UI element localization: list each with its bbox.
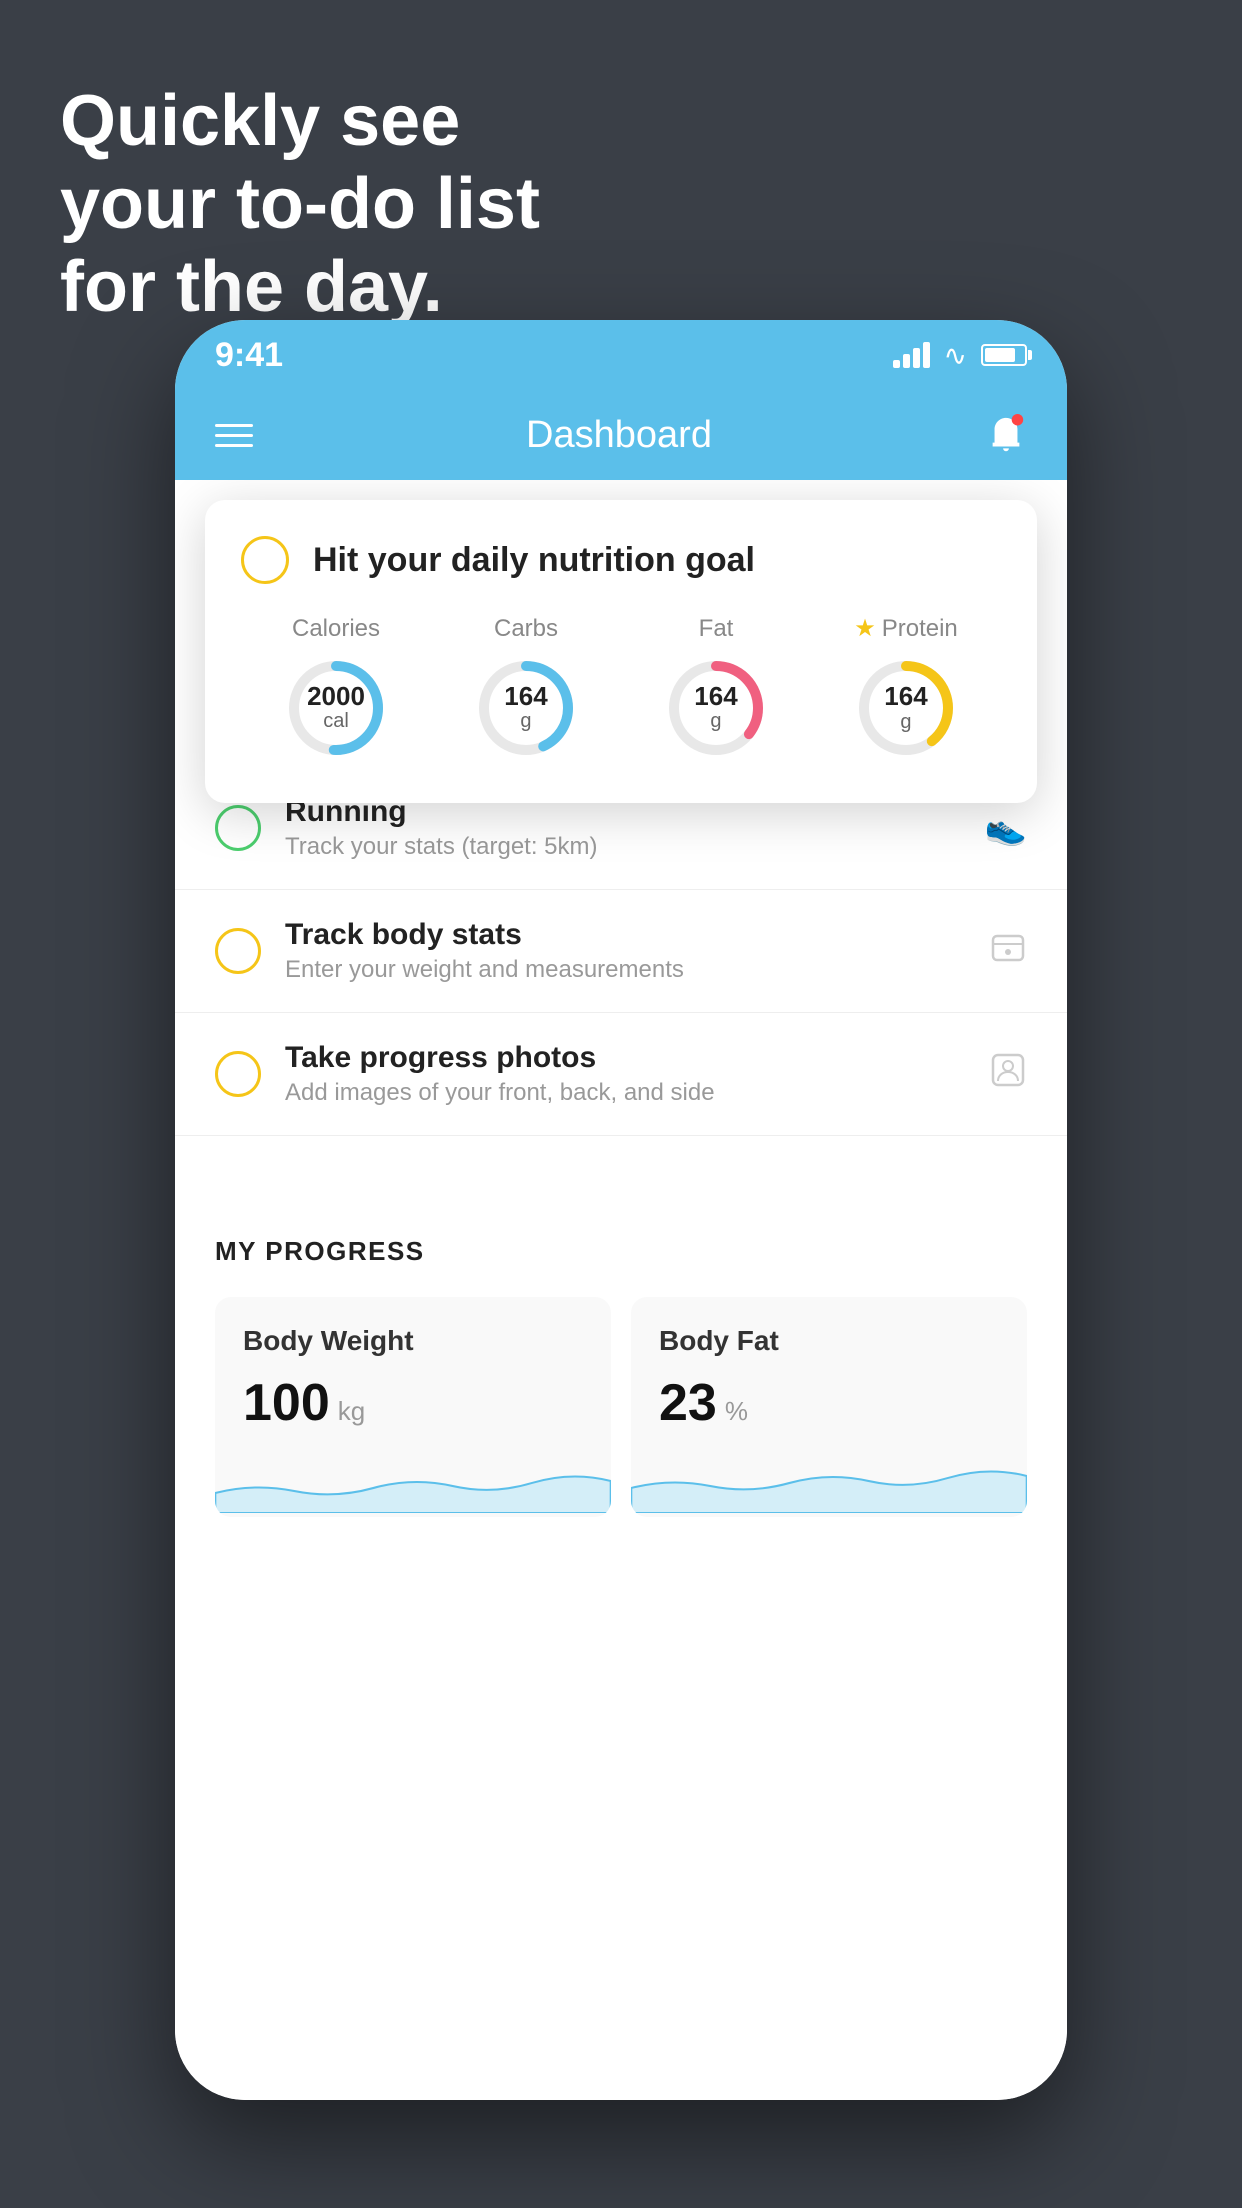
scale-icon bbox=[989, 928, 1027, 975]
shoe-icon: 👟 bbox=[985, 808, 1027, 848]
progress-section-label: MY PROGRESS bbox=[215, 1236, 1027, 1267]
card-title: Hit your daily nutrition goal bbox=[313, 541, 755, 580]
progress-photos-text: Take progress photos Add images of your … bbox=[285, 1041, 965, 1107]
nutrition-label-protein: ★ Protein bbox=[854, 614, 958, 643]
progress-photos-checkbox[interactable] bbox=[215, 1051, 261, 1097]
nav-title: Dashboard bbox=[526, 414, 712, 457]
donut-protein: 164 g bbox=[851, 653, 961, 763]
running-checkbox[interactable] bbox=[215, 805, 261, 851]
body-weight-unit: kg bbox=[338, 1396, 365, 1427]
list-item-body-stats[interactable]: Track body stats Enter your weight and m… bbox=[175, 890, 1067, 1013]
body-fat-wave bbox=[631, 1453, 1027, 1513]
nutrition-row: Calories 2000 cal Carbs bbox=[241, 614, 1001, 763]
nutrition-checkbox[interactable] bbox=[241, 536, 289, 584]
phone-content: THINGS TO DO TODAY Hit your daily nutrit… bbox=[175, 480, 1067, 2100]
body-fat-title: Body Fat bbox=[659, 1325, 999, 1357]
nutrition-item-carbs: Carbs 164 g bbox=[471, 615, 581, 763]
progress-card-weight: Body Weight 100 kg bbox=[215, 1297, 611, 1517]
card-header: Hit your daily nutrition goal bbox=[241, 536, 1001, 584]
status-bar: 9:41 ∿ bbox=[175, 320, 1067, 390]
progress-photos-title: Take progress photos bbox=[285, 1041, 965, 1075]
person-icon bbox=[989, 1051, 1027, 1098]
body-weight-number: 100 bbox=[243, 1373, 330, 1433]
body-fat-number: 23 bbox=[659, 1373, 717, 1433]
battery-icon bbox=[981, 344, 1027, 366]
nutrition-item-protein: ★ Protein 164 g bbox=[851, 614, 961, 763]
nutrition-item-fat: Fat 164 g bbox=[661, 615, 771, 763]
phone-shell: 9:41 ∿ Dashboard bbox=[175, 320, 1067, 2100]
body-fat-value-row: 23 % bbox=[659, 1373, 999, 1433]
donut-calories: 2000 cal bbox=[281, 653, 391, 763]
progress-section: MY PROGRESS Body Weight 100 kg bbox=[175, 1196, 1067, 1557]
list-item-progress-photos[interactable]: Take progress photos Add images of your … bbox=[175, 1013, 1067, 1136]
body-stats-checkbox[interactable] bbox=[215, 928, 261, 974]
status-icons: ∿ bbox=[893, 339, 1027, 372]
donut-carbs: 164 g bbox=[471, 653, 581, 763]
progress-cards-row: Body Weight 100 kg Body Fat 23 bbox=[215, 1297, 1027, 1517]
bell-icon[interactable] bbox=[985, 414, 1027, 456]
running-text: Running Track your stats (target: 5km) bbox=[285, 795, 961, 861]
donut-fat: 164 g bbox=[661, 653, 771, 763]
nutrition-label-fat: Fat bbox=[699, 615, 734, 643]
body-weight-title: Body Weight bbox=[243, 1325, 583, 1357]
signal-icon bbox=[893, 342, 930, 368]
body-stats-text: Track body stats Enter your weight and m… bbox=[285, 918, 965, 984]
body-stats-subtitle: Enter your weight and measurements bbox=[285, 956, 965, 984]
body-weight-wave bbox=[215, 1453, 611, 1513]
wifi-icon: ∿ bbox=[944, 339, 967, 372]
todo-list: Running Track your stats (target: 5km) 👟… bbox=[175, 767, 1067, 1136]
progress-photos-subtitle: Add images of your front, back, and side bbox=[285, 1079, 965, 1107]
nutrition-label-carbs: Carbs bbox=[494, 615, 558, 643]
progress-card-fat: Body Fat 23 % bbox=[631, 1297, 1027, 1517]
nutrition-item-calories: Calories 2000 cal bbox=[281, 615, 391, 763]
hamburger-menu[interactable] bbox=[215, 424, 253, 447]
body-stats-title: Track body stats bbox=[285, 918, 965, 952]
star-icon: ★ bbox=[854, 614, 876, 643]
body-fat-unit: % bbox=[725, 1396, 748, 1427]
hero-text: Quickly see your to-do list for the day. bbox=[60, 80, 540, 328]
nutrition-label-calories: Calories bbox=[292, 615, 380, 643]
status-time: 9:41 bbox=[215, 336, 283, 375]
nav-bar: Dashboard bbox=[175, 390, 1067, 480]
nutrition-card: Hit your daily nutrition goal Calories 2… bbox=[205, 500, 1037, 803]
running-subtitle: Track your stats (target: 5km) bbox=[285, 833, 961, 861]
body-weight-value-row: 100 kg bbox=[243, 1373, 583, 1433]
